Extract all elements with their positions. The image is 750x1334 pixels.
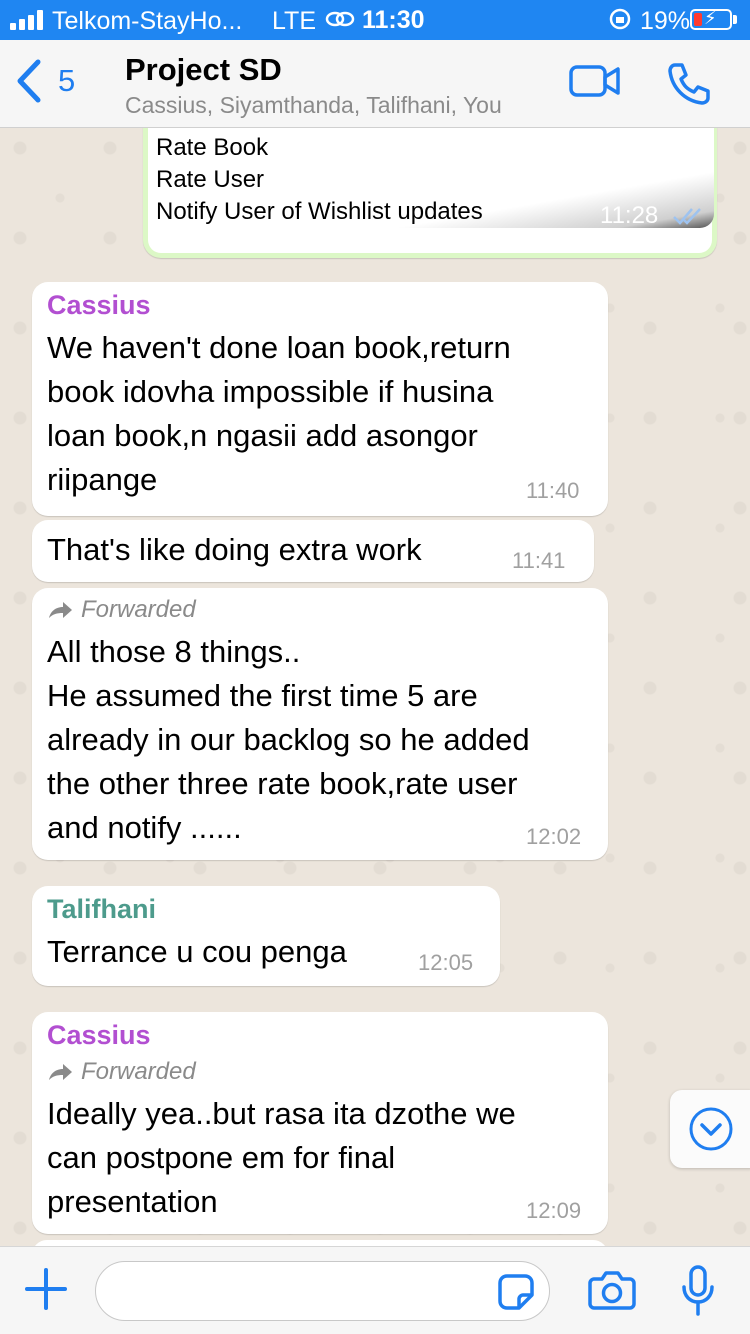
incoming-message[interactable]: That's like doing extra work 11:41 (32, 520, 594, 582)
voice-call-button[interactable] (665, 60, 713, 113)
unread-count: 5 (58, 63, 76, 98)
hotspot-link-icon (325, 8, 355, 37)
message-time: 11:40 (526, 478, 580, 503)
incoming-message[interactable]: Cassius We haven't done loan book,return… (32, 282, 608, 516)
rotation-lock-icon (608, 7, 632, 38)
network-type: LTE (272, 7, 316, 35)
forwarded-label: Forwarded (81, 596, 196, 623)
message-line: He assumed the first time 5 are (47, 678, 478, 713)
message-text: Terrance u cou penga (47, 934, 347, 969)
sender-name: Cassius (47, 290, 151, 320)
message-text: That's like doing extra work (47, 532, 422, 567)
message-line: book idovha impossible if husina (47, 374, 494, 409)
incoming-message[interactable]: Forwarded All those 8 things.. He assume… (32, 588, 608, 860)
message-line: riipange (47, 462, 158, 497)
video-camera-icon (569, 65, 620, 97)
phone-icon (668, 63, 710, 105)
chevron-left-icon (17, 59, 41, 103)
forwarded-label: Forwarded (81, 1058, 196, 1085)
message-input[interactable] (95, 1261, 550, 1321)
message-line: the other three rate book,rate user (47, 766, 518, 801)
battery-percentage: 19% (640, 7, 691, 35)
microphone-icon (682, 1265, 714, 1316)
chat-header: 5 Project SD Cassius, Siyamthanda, Talif… (0, 40, 750, 128)
message-time: 12:05 (418, 950, 474, 975)
message-line: Rate Book (156, 134, 269, 161)
sticker-button[interactable] (497, 1273, 535, 1316)
status-bar: Telkom-StayHo... LTE 11:30 19% ⚡ (0, 0, 750, 40)
back-button[interactable]: 5 (12, 58, 75, 104)
message-line: We haven't done loan book,return (47, 330, 511, 365)
message-time: 12:09 (526, 1198, 582, 1223)
double-check-icon (673, 208, 701, 225)
video-call-button[interactable] (568, 62, 622, 105)
message-line: Notify User of Wishlist updates (156, 198, 483, 225)
message-line: already in our backlog so he added (47, 722, 530, 757)
message-time: 12:02 (526, 824, 582, 849)
message-line: presentation (47, 1184, 218, 1219)
battery-icon: ⚡ (690, 8, 732, 30)
attach-button[interactable] (24, 1267, 68, 1316)
camera-button[interactable] (588, 1269, 636, 1316)
message-list[interactable]: Rate Book Rate User Notify User of Wishl… (0, 128, 750, 1246)
chat-title[interactable]: Project SD (125, 52, 282, 88)
forward-arrow-icon (49, 1064, 72, 1080)
chat-participants[interactable]: Cassius, Siyamthanda, Talifhani, You (125, 92, 502, 119)
incoming-message[interactable]: Talifhani Terrance u cou penga 12:05 (32, 886, 500, 986)
scroll-to-bottom-button[interactable] (670, 1090, 750, 1168)
chevron-down-circle-icon (689, 1107, 733, 1151)
message-line: and notify ...... (47, 810, 242, 845)
incoming-message[interactable]: Cassius Forwarded Ideally yea..but rasa … (32, 1012, 608, 1234)
camera-icon (588, 1271, 636, 1310)
microphone-button[interactable] (681, 1265, 715, 1322)
message-line: All those 8 things.. (47, 634, 301, 669)
message-line: Rate User (156, 166, 265, 193)
input-bar (0, 1246, 750, 1334)
sticker-icon (498, 1274, 534, 1310)
signal-strength-icon (10, 10, 43, 30)
forward-arrow-icon (49, 602, 72, 618)
carrier-name: Telkom-StayHo... (52, 7, 243, 35)
message-line: Ideally yea..but rasa ita dzothe we (47, 1096, 516, 1131)
status-time: 11:30 (362, 6, 425, 34)
sender-name: Cassius (47, 1020, 151, 1050)
message-line: can postpone em for final (47, 1140, 396, 1175)
plus-icon (25, 1268, 67, 1310)
outgoing-message[interactable]: Rate Book Rate User Notify User of Wishl… (143, 128, 717, 258)
message-line: loan book,n ngasii add asongor (47, 418, 478, 453)
sender-name: Talifhani (47, 894, 157, 924)
message-time: 11:28 (600, 202, 659, 229)
message-time: 11:41 (512, 548, 566, 573)
